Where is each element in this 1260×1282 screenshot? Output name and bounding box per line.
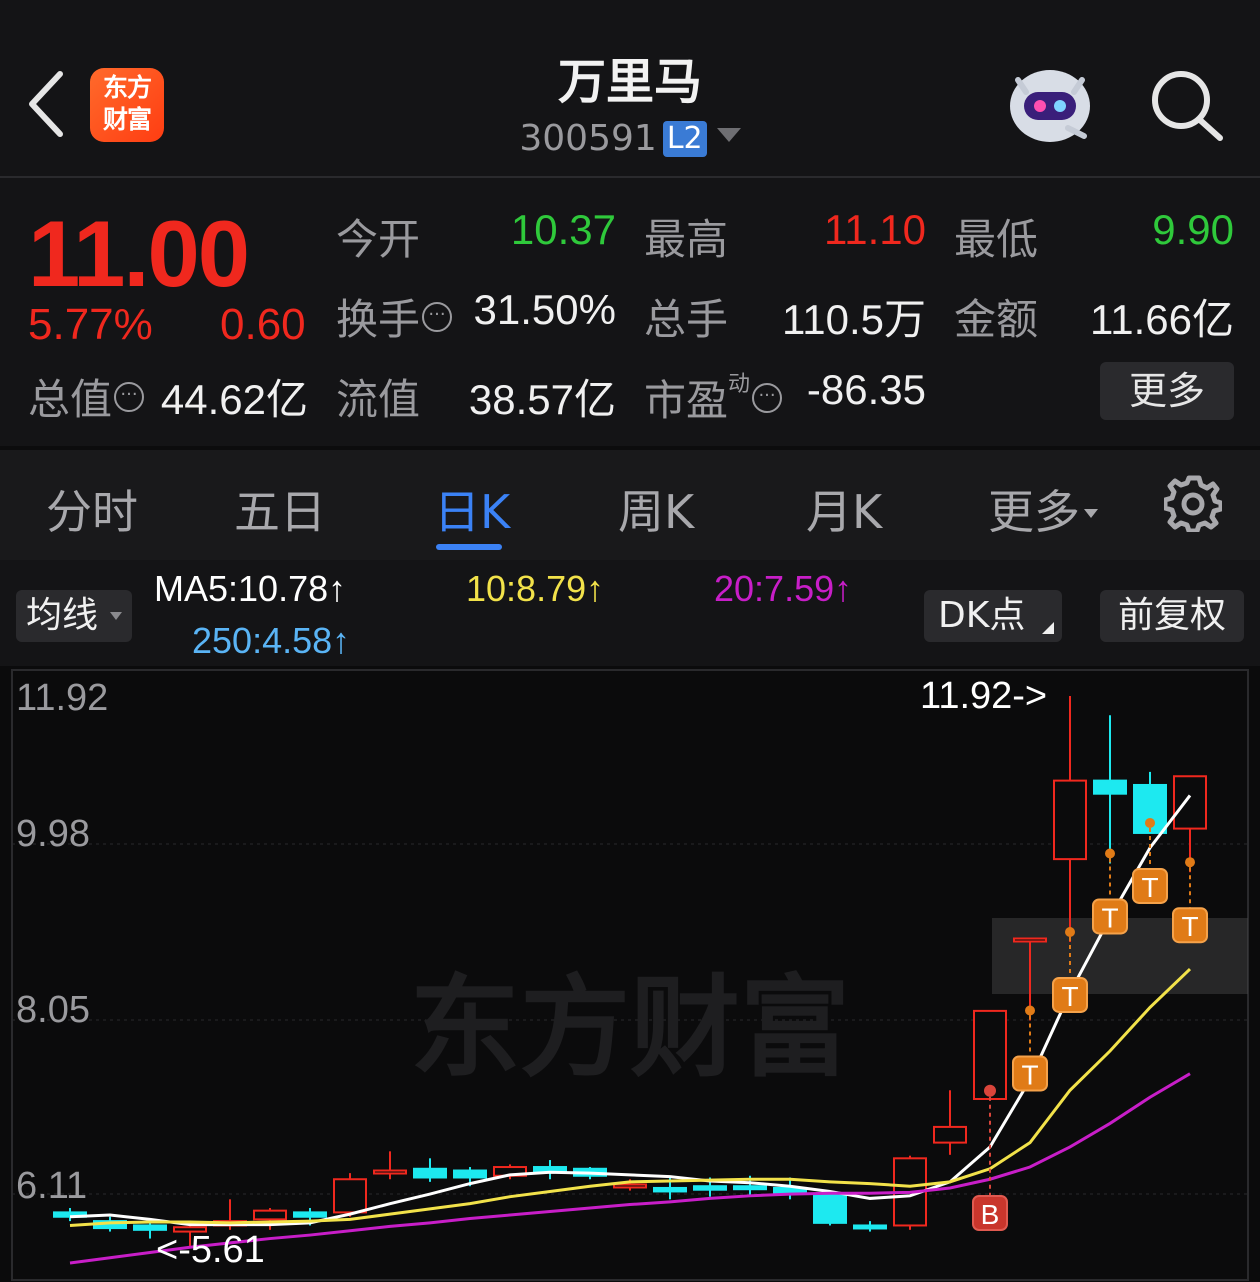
more-quote-button[interactable]: 更多 xyxy=(1100,362,1234,420)
tab-more-label: 更多 xyxy=(988,485,1080,539)
price-adjust-button[interactable]: 前复权 xyxy=(1100,590,1244,642)
dk-point-label: DK点 xyxy=(938,595,1026,636)
open-value: 10.37 xyxy=(510,206,616,253)
tab-daily-k[interactable]: 日K xyxy=(434,476,510,542)
candle-down xyxy=(533,1166,567,1173)
pe-label-text: 市盈 xyxy=(644,376,729,425)
turnover-label-text: 换手 xyxy=(336,295,421,344)
candle-down xyxy=(693,1185,727,1191)
period-tabs: 分时 五日 日K 周K 月K 更多 xyxy=(0,450,1260,560)
mktcap-label-text: 总值 xyxy=(28,375,113,424)
candle-up xyxy=(333,1178,367,1214)
change-percent: 5.77% xyxy=(28,300,153,349)
candle-down xyxy=(413,1167,447,1179)
amount-value: 11.66亿 xyxy=(1090,296,1234,343)
min-price-annotation: <-5.61 xyxy=(156,1229,265,1271)
stock-code: 300591 xyxy=(519,118,657,159)
mktcap-value: 44.62亿 xyxy=(160,376,308,423)
candle-up xyxy=(373,1169,407,1175)
dk-signal-label: T xyxy=(1021,1059,1038,1090)
ma-selector-button[interactable]: 均线 xyxy=(16,590,132,642)
info-icon[interactable]: ··· xyxy=(114,382,145,412)
y-axis-label: 8.05 xyxy=(16,989,90,1031)
corner-triangle-icon xyxy=(1042,622,1054,634)
turnover-label[interactable]: 换手 ··· xyxy=(336,286,453,347)
candle-down xyxy=(1093,779,1127,795)
mktcap-label[interactable]: 总值 ··· xyxy=(28,366,145,427)
pe-value: -86.35 xyxy=(806,366,926,413)
candle-down xyxy=(293,1211,327,1218)
candle-up xyxy=(613,1183,647,1189)
dropdown-arrow-icon xyxy=(716,128,741,142)
dk-signal-dot xyxy=(1105,848,1115,859)
candle-up xyxy=(1173,775,1207,830)
low-label: 最低 xyxy=(954,215,1039,264)
dropdown-arrow-icon xyxy=(1084,509,1098,518)
ma10-value: 10:8.79↑ xyxy=(466,568,605,609)
settings-gear-icon[interactable] xyxy=(1164,474,1222,532)
app-header: 东方 财富 万里马 300591 L2 xyxy=(0,0,1260,176)
candle-up xyxy=(253,1209,287,1221)
buy-signal-dot xyxy=(984,1084,996,1097)
candle-down xyxy=(453,1169,487,1179)
buy-signal-label: B xyxy=(981,1199,1000,1230)
open-label: 今开 xyxy=(336,215,421,264)
ma5-value: MA5:10.78↑ xyxy=(154,568,347,609)
dk-signal-label: T xyxy=(1101,902,1118,933)
dropdown-arrow-icon xyxy=(110,612,122,620)
chart-toolbar: 均线 MA5:10.78↑ 10:8.79↑ 20:7.59↑ 250:4.58… xyxy=(0,562,1260,666)
dk-signal-dot xyxy=(1025,1005,1035,1016)
y-axis-label: 11.92 xyxy=(16,677,108,719)
robot-assistant-icon[interactable] xyxy=(1004,62,1096,148)
volume-value: 110.5万 xyxy=(782,296,926,343)
dk-signal-label: T xyxy=(1181,911,1198,942)
info-icon[interactable]: ··· xyxy=(752,383,783,413)
pe-dynamic-mark: 动 xyxy=(728,372,751,397)
float-label: 流值 xyxy=(336,375,421,424)
tab-more[interactable]: 更多 xyxy=(988,476,1098,542)
ma250-value: 250:4.58↑ xyxy=(192,620,351,661)
info-icon[interactable]: ··· xyxy=(422,302,453,332)
dk-point-button[interactable]: DK点 xyxy=(924,590,1062,642)
candle-down xyxy=(853,1224,887,1230)
y-axis-label: 9.98 xyxy=(16,813,90,855)
turnover-value: 31.50% xyxy=(473,286,616,333)
amount-label: 金额 xyxy=(954,295,1039,344)
dk-signal-label: T xyxy=(1141,872,1158,903)
ma-selector-label: 均线 xyxy=(26,595,99,636)
candle-down xyxy=(733,1185,767,1191)
high-value: 11.10 xyxy=(824,206,926,253)
current-price: 11.00 xyxy=(28,201,250,306)
y-axis-label: 6.11 xyxy=(16,1165,87,1207)
volume-label: 总手 xyxy=(644,295,729,344)
dk-signal-dot xyxy=(1145,817,1155,828)
tab-monthly-k[interactable]: 月K xyxy=(806,476,882,542)
tab-five-day[interactable]: 五日 xyxy=(234,476,326,542)
pe-label[interactable]: 市盈动 ··· xyxy=(644,366,783,428)
dk-signal-dot xyxy=(1065,926,1075,937)
ma20-value: 20:7.59↑ xyxy=(714,568,853,609)
candle-up xyxy=(933,1125,967,1144)
candle-up xyxy=(1013,937,1047,943)
tab-minute[interactable]: 分时 xyxy=(46,476,138,542)
high-label: 最高 xyxy=(644,215,729,264)
tab-weekly-k[interactable]: 周K xyxy=(618,476,694,542)
quote-panel: 11.00 5.77% 0.60 今开 10.37 最高 11.10 最低 9.… xyxy=(0,178,1260,446)
candle-down xyxy=(813,1193,847,1224)
dk-signal-dot xyxy=(1185,857,1195,868)
candle-down xyxy=(653,1186,687,1193)
kline-chart[interactable]: 东方财富 BTTTTT 11.92 9.98 8.05 6.11 11.92->… xyxy=(0,666,1260,1282)
kline-svg[interactable]: 东方财富 BTTTTT 11.92 9.98 8.05 6.11 11.92->… xyxy=(0,666,1260,1282)
float-value: 38.57亿 xyxy=(468,376,616,423)
level2-badge: L2 xyxy=(662,121,707,157)
candle-up xyxy=(1053,779,1087,861)
watermark: 东方财富 xyxy=(410,964,850,1092)
max-price-annotation: 11.92-> xyxy=(920,675,1047,717)
dk-signal-label: T xyxy=(1061,981,1078,1012)
active-tab-indicator xyxy=(436,544,502,550)
change-amount: 0.60 xyxy=(220,300,306,349)
search-icon[interactable] xyxy=(1148,68,1226,142)
low-value: 9.90 xyxy=(1152,206,1234,253)
